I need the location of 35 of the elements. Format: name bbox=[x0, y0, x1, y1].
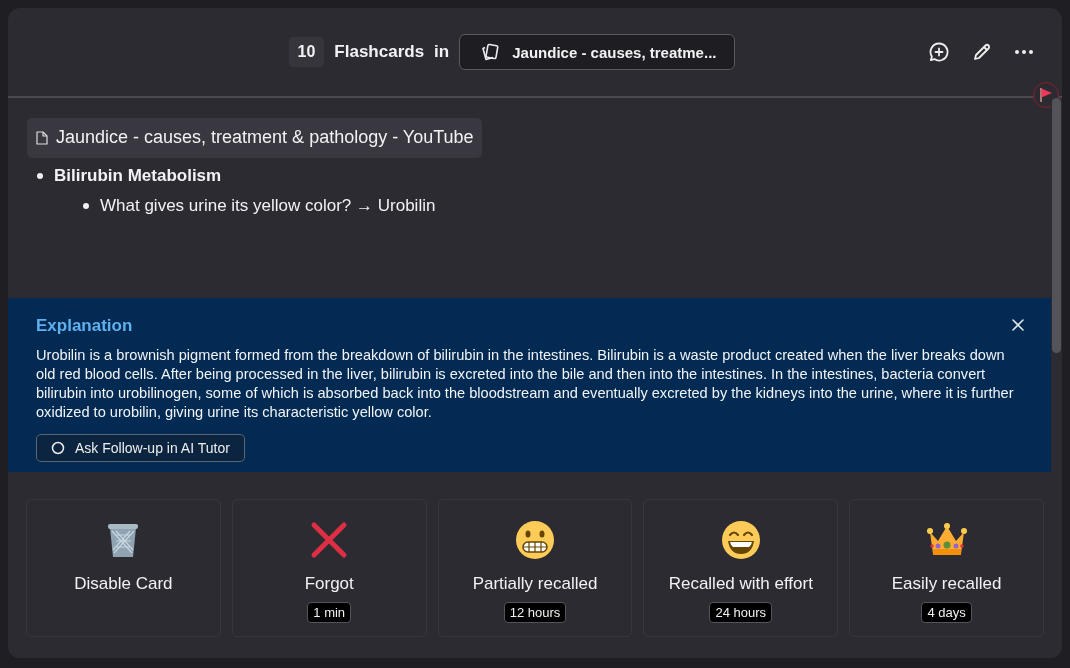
card-count: 10 bbox=[288, 37, 325, 67]
pencil-icon bbox=[972, 42, 992, 62]
scrollbar-thumb[interactable] bbox=[1052, 98, 1061, 353]
grimacing-face-icon bbox=[515, 520, 555, 560]
interval-badge: 24 hours bbox=[709, 602, 773, 623]
source-link[interactable]: Jaundice - causes, treatment & pathology - YouTube bbox=[27, 118, 482, 158]
more-icon bbox=[1014, 49, 1034, 55]
header-title: Flashcards bbox=[334, 42, 425, 62]
crown-icon bbox=[925, 522, 968, 558]
document-icon bbox=[36, 130, 48, 145]
rating-button[interactable]: Easily recalled 4 days bbox=[849, 499, 1044, 637]
explanation-title: Explanation bbox=[36, 316, 133, 336]
close-button[interactable] bbox=[1011, 318, 1025, 332]
add-comment-icon bbox=[928, 41, 950, 63]
grinning-face-icon bbox=[720, 520, 761, 560]
rating-button[interactable]: Forgot 1 min bbox=[231, 499, 427, 637]
interval-badge: 4 days bbox=[921, 602, 972, 623]
deck-selector[interactable]: Jaundice - causes, treatme... bbox=[459, 34, 736, 70]
trash-bin-icon bbox=[106, 521, 141, 559]
cards-icon bbox=[480, 42, 501, 62]
outline-item: What gives urine its yellow color? → Urobilin bbox=[100, 196, 436, 215]
cross-icon bbox=[310, 521, 349, 559]
header-connector: in bbox=[434, 42, 450, 62]
interval-badge: 12 hours bbox=[503, 602, 567, 623]
flag-icon bbox=[1039, 87, 1053, 103]
rating-button[interactable]: Partially recalled 12 hours bbox=[437, 499, 633, 637]
rating-button[interactable]: Disable Card bbox=[26, 499, 221, 637]
ask-tutor-button[interactable]: Ask Follow-up in AI Tutor bbox=[36, 434, 245, 462]
close-icon bbox=[1011, 318, 1025, 332]
more-button[interactable] bbox=[1012, 47, 1036, 57]
outline-item: Bilirubin Metabolism bbox=[54, 166, 222, 185]
chat-icon bbox=[51, 441, 65, 455]
rating-button[interactable]: Recalled with effort 24 hours bbox=[643, 499, 839, 637]
explanation-text: Urobilin is a brownish pigment formed from the breakdown of bilirubin in the intestines. Bilirubin is a waste product created when the liver breaks down old red blood cells. After being processed in the liver, bilirubin is excreted into the bile and then into the intestines. In the intestines, bacteria convert bilirubin into urobilinogen, some of which is absorbed back into the bloodstream and eventually excreted by the kidneys into the urine, where it is further oxidized to urobilin, giving urine its characteristic yellow color. bbox=[36, 346, 1015, 422]
interval-badge: 1 min bbox=[307, 602, 352, 623]
